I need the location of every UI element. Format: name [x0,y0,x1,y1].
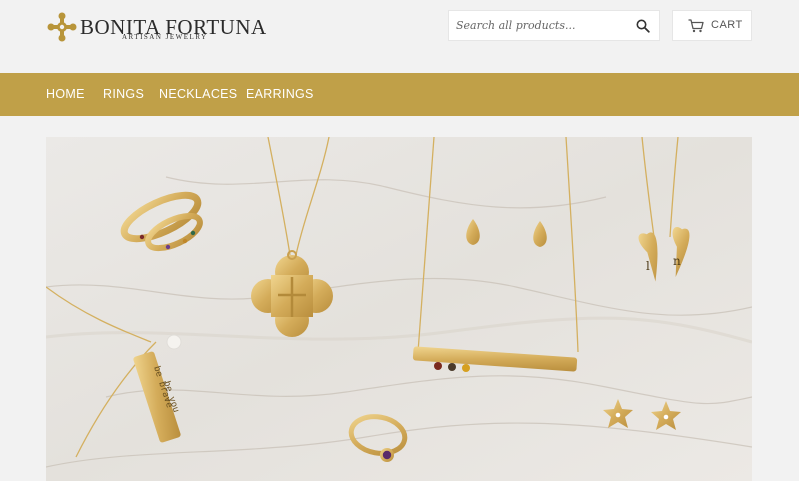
charm-letter-1: l [646,259,650,273]
shopping-cart-icon [688,19,704,33]
cart-button[interactable]: CART [672,10,752,41]
nav-item-necklaces[interactable]: NECKLACES [159,87,237,101]
main-nav: HOME RINGS NECKLACES EARRINGS [0,73,799,116]
nav-item-rings[interactable]: RINGS [103,87,144,101]
brand-tagline: ARTISAN JEWELRY [122,33,208,41]
charm-letter-2: n [673,254,681,268]
search-button[interactable] [627,11,659,40]
hero-banner[interactable]: be brave be you l n [46,137,752,481]
cart-label: CART [711,19,743,31]
search-input[interactable] [449,11,627,40]
brand-logo[interactable]: BONITA FORTUNA ARTISAN JEWELRY [46,11,266,43]
cross-logo-icon [47,12,77,42]
search-form [448,10,660,41]
nav-item-earrings[interactable]: EARRINGS [246,87,314,101]
site-header: BONITA FORTUNA ARTISAN JEWELRY CART [0,0,799,73]
hero-jewelry-image: be brave be you l n [46,137,752,481]
magnifier-icon [636,19,650,33]
nav-item-home[interactable]: HOME [46,87,85,101]
